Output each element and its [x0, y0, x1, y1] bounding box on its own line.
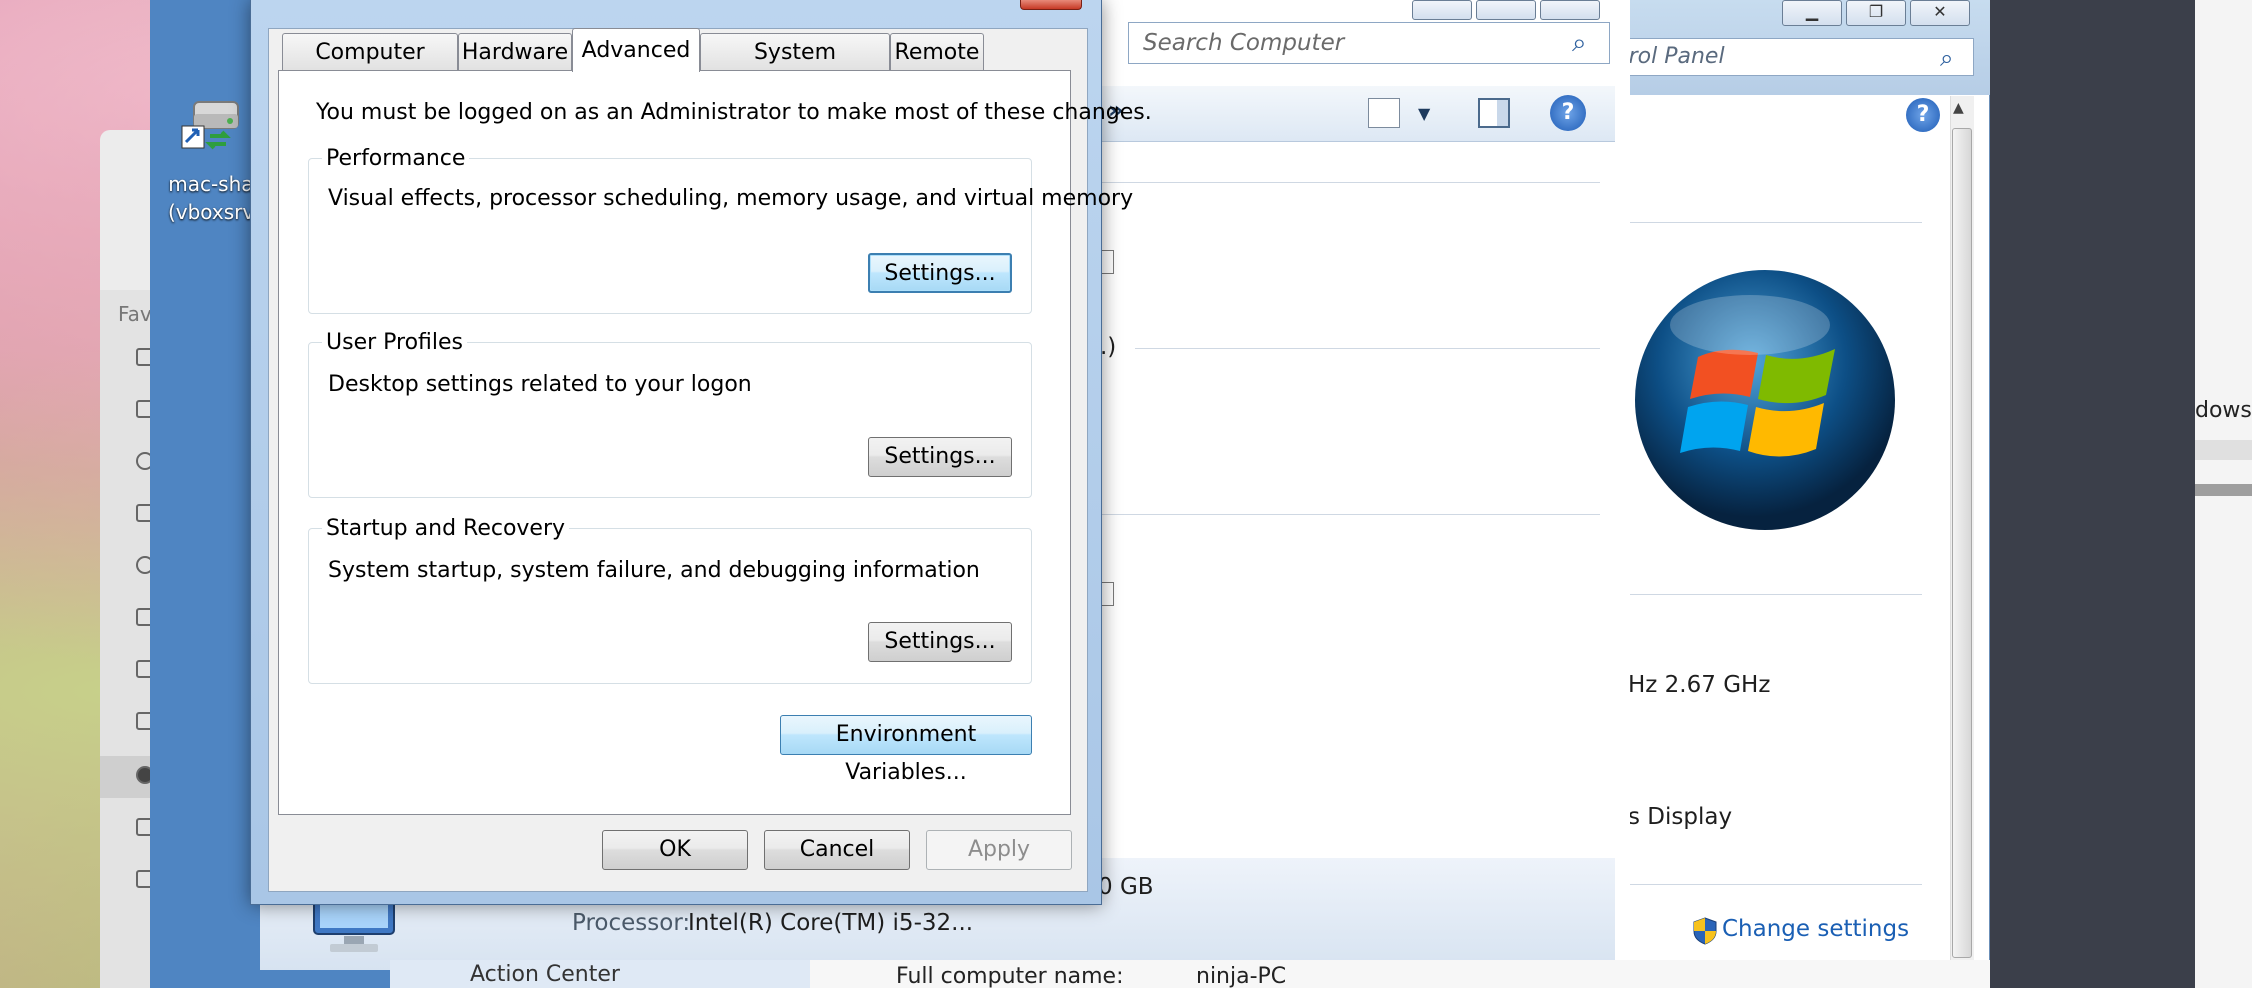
- search-icon[interactable]: ⌕: [1940, 44, 1953, 72]
- finder-favorites-label: Fav: [118, 302, 152, 326]
- background-app-bar: [2195, 484, 2252, 496]
- user-profiles-settings-button[interactable]: Settings...: [868, 437, 1012, 477]
- drive-icon[interactable]: [1100, 582, 1114, 606]
- control-panel-search-placeholder: trol Panel: [1620, 44, 1725, 69]
- scroll-up-arrow-icon[interactable]: ▲: [1953, 100, 1964, 116]
- tab-hardware[interactable]: Hardware: [458, 33, 572, 71]
- processor-value: Intel(R) Core(TM) i5-32...: [688, 910, 974, 936]
- tab-computer-name[interactable]: Computer Name: [282, 33, 458, 103]
- uac-shield-icon: [1693, 917, 1717, 945]
- startup-recovery-description: System startup, system failure, and debu…: [328, 558, 980, 583]
- close-button[interactable]: ✕: [1910, 0, 1970, 26]
- cancel-button[interactable]: Cancel: [764, 830, 910, 870]
- preview-pane-icon[interactable]: [1478, 98, 1510, 128]
- background-app-bar: [2195, 440, 2252, 460]
- section-divider: [1620, 222, 1922, 223]
- display-text: s Display: [1628, 804, 1733, 830]
- scrollbar-thumb[interactable]: [1952, 128, 1972, 958]
- apply-button[interactable]: Apply: [926, 830, 1072, 870]
- section-divider: [1620, 884, 1922, 885]
- environment-variables-button[interactable]: Environment Variables...: [780, 715, 1032, 785]
- section-divider: [1100, 182, 1600, 183]
- change-settings-link[interactable]: Change settings: [1722, 916, 1909, 942]
- section-divider: [1100, 514, 1600, 515]
- drive-icon[interactable]: [1100, 250, 1114, 274]
- performance-title: Performance: [322, 146, 470, 171]
- help-icon[interactable]: ?: [1550, 95, 1586, 131]
- help-icon[interactable]: ?: [1906, 98, 1940, 132]
- minimize-button[interactable]: [1412, 0, 1472, 20]
- computer-search-placeholder: Search Computer: [1143, 30, 1345, 56]
- tab-remote[interactable]: Remote: [890, 33, 984, 71]
- section-divider: [1135, 348, 1600, 349]
- processor-label: Processor:: [572, 910, 691, 936]
- memory-text: 0 GB: [1098, 874, 1154, 900]
- performance-description: Visual effects, processor scheduling, me…: [328, 186, 1134, 211]
- chevron-down-icon[interactable]: ▼: [1418, 104, 1430, 123]
- maximize-button[interactable]: [1476, 0, 1536, 20]
- cpu-speed-text: Hz 2.67 GHz: [1628, 672, 1771, 698]
- user-profiles-title: User Profiles: [322, 330, 468, 355]
- ok-button[interactable]: OK: [602, 830, 748, 870]
- startup-recovery-settings-button[interactable]: Settings...: [868, 622, 1012, 662]
- tab-system-protection[interactable]: System Protection: [700, 33, 890, 103]
- performance-settings-button[interactable]: Settings...: [868, 253, 1012, 293]
- windows-logo: [1635, 270, 1895, 530]
- admin-note: You must be logged on as an Administrato…: [316, 100, 1152, 125]
- network-drive-icon[interactable]: [180, 92, 250, 162]
- full-computer-name-label: Full computer name:: [896, 964, 1124, 988]
- action-center-link[interactable]: Action Center: [470, 962, 620, 987]
- view-options-icon[interactable]: [1368, 98, 1400, 128]
- search-icon[interactable]: ⌕: [1572, 28, 1587, 59]
- startup-recovery-title: Startup and Recovery: [322, 516, 570, 541]
- dialog-close-button[interactable]: [1020, 0, 1082, 10]
- section-divider: [1620, 594, 1922, 595]
- close-button[interactable]: [1540, 0, 1600, 20]
- minimize-button[interactable]: ▁: [1782, 0, 1842, 26]
- maximize-button[interactable]: ❐: [1846, 0, 1906, 26]
- computer-window: [1040, 0, 1630, 975]
- full-computer-name-value: ninja-PC: [1196, 964, 1287, 988]
- tab-advanced[interactable]: Advanced: [572, 28, 700, 72]
- user-profiles-description: Desktop settings related to your logon: [328, 372, 752, 397]
- background-app-text: dows: [2195, 398, 2252, 423]
- drive-label-fragment: .): [1100, 334, 1117, 360]
